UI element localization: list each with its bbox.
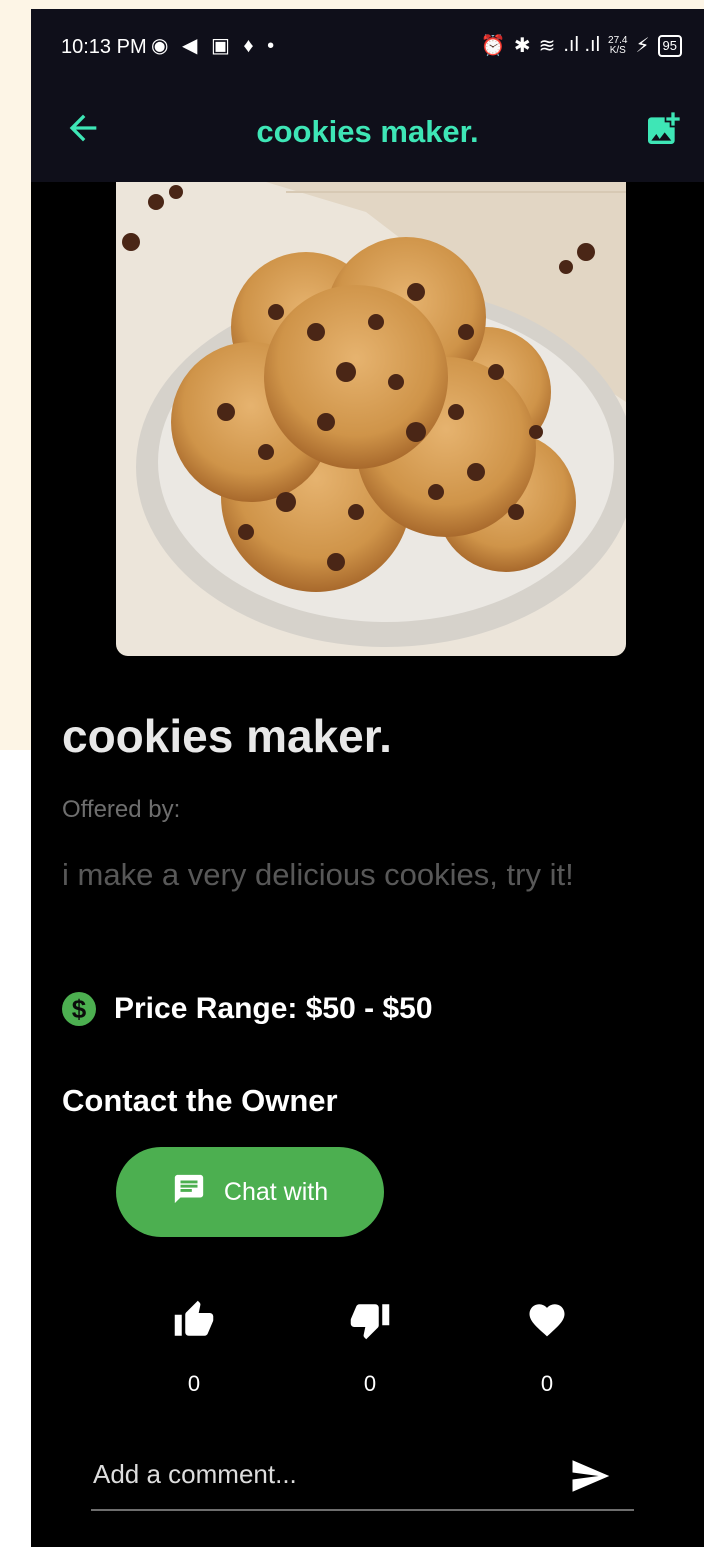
signal-icon: .ıl .ıl — [563, 34, 601, 56]
contact-heading: Contact the Owner — [62, 1083, 338, 1118]
thumb-down-icon — [330, 1299, 410, 1341]
status-bar: 10:13 PM ◉ ◀ ▣ ♦ • ⏰ ✱ ≋ .ıl .ıl 27.4 K/… — [31, 9, 704, 84]
favorite-reaction[interactable]: 0 — [507, 1299, 587, 1397]
app-bar: cookies maker. — [31, 84, 704, 182]
comment-field — [91, 1449, 634, 1511]
listing-title: cookies maker. — [62, 710, 392, 762]
price-range: $ Price Range: $50 - $50 — [62, 992, 433, 1026]
like-reaction[interactable]: 0 — [154, 1299, 234, 1397]
thumb-up-icon — [154, 1299, 234, 1341]
heart-icon — [507, 1299, 587, 1341]
add-photo-icon[interactable] — [643, 109, 683, 154]
status-right-icons: ⏰ ✱ ≋ .ıl .ıl 27.4 K/S ⚡ 95 — [481, 33, 682, 58]
battery-level: 95 — [657, 34, 682, 57]
alarm-icon: ⏰ — [480, 35, 506, 57]
app-bar-title: cookies maker. — [256, 114, 479, 149]
comment-input[interactable] — [91, 1453, 555, 1495]
listing-description: i make a very delicious cookies, try it! — [62, 857, 574, 892]
like-count: 0 — [187, 1371, 201, 1396]
dollar-circle-icon: $ — [62, 992, 96, 1026]
chat-icon — [172, 1172, 206, 1213]
chat-with-button[interactable]: Chat with — [116, 1147, 384, 1237]
phone-screen: 10:13 PM ◉ ◀ ▣ ♦ • ⏰ ✱ ≋ .ıl .ıl 27.4 K/… — [31, 9, 704, 1547]
net-speed: 27.4 K/S — [608, 34, 628, 56]
send-icon[interactable] — [569, 1455, 611, 1502]
favorite-count: 0 — [540, 1371, 554, 1396]
cookies-photo — [116, 182, 626, 656]
offered-by-label: Offered by: — [62, 796, 181, 823]
chat-button-label: Chat with — [223, 1177, 329, 1206]
price-range-label: Price Range: $50 - $50 — [114, 992, 433, 1025]
dislike-count: 0 — [363, 1371, 377, 1396]
bluetooth-icon: ✱ — [513, 35, 531, 57]
dislike-reaction[interactable]: 0 — [330, 1299, 410, 1397]
status-time: 10:13 PM — [61, 36, 147, 58]
notification-icons: ◉ ◀ ▣ ♦ • — [151, 35, 279, 57]
wifi-icon: ≋ — [538, 35, 556, 57]
charging-icon: ⚡ — [635, 35, 650, 57]
